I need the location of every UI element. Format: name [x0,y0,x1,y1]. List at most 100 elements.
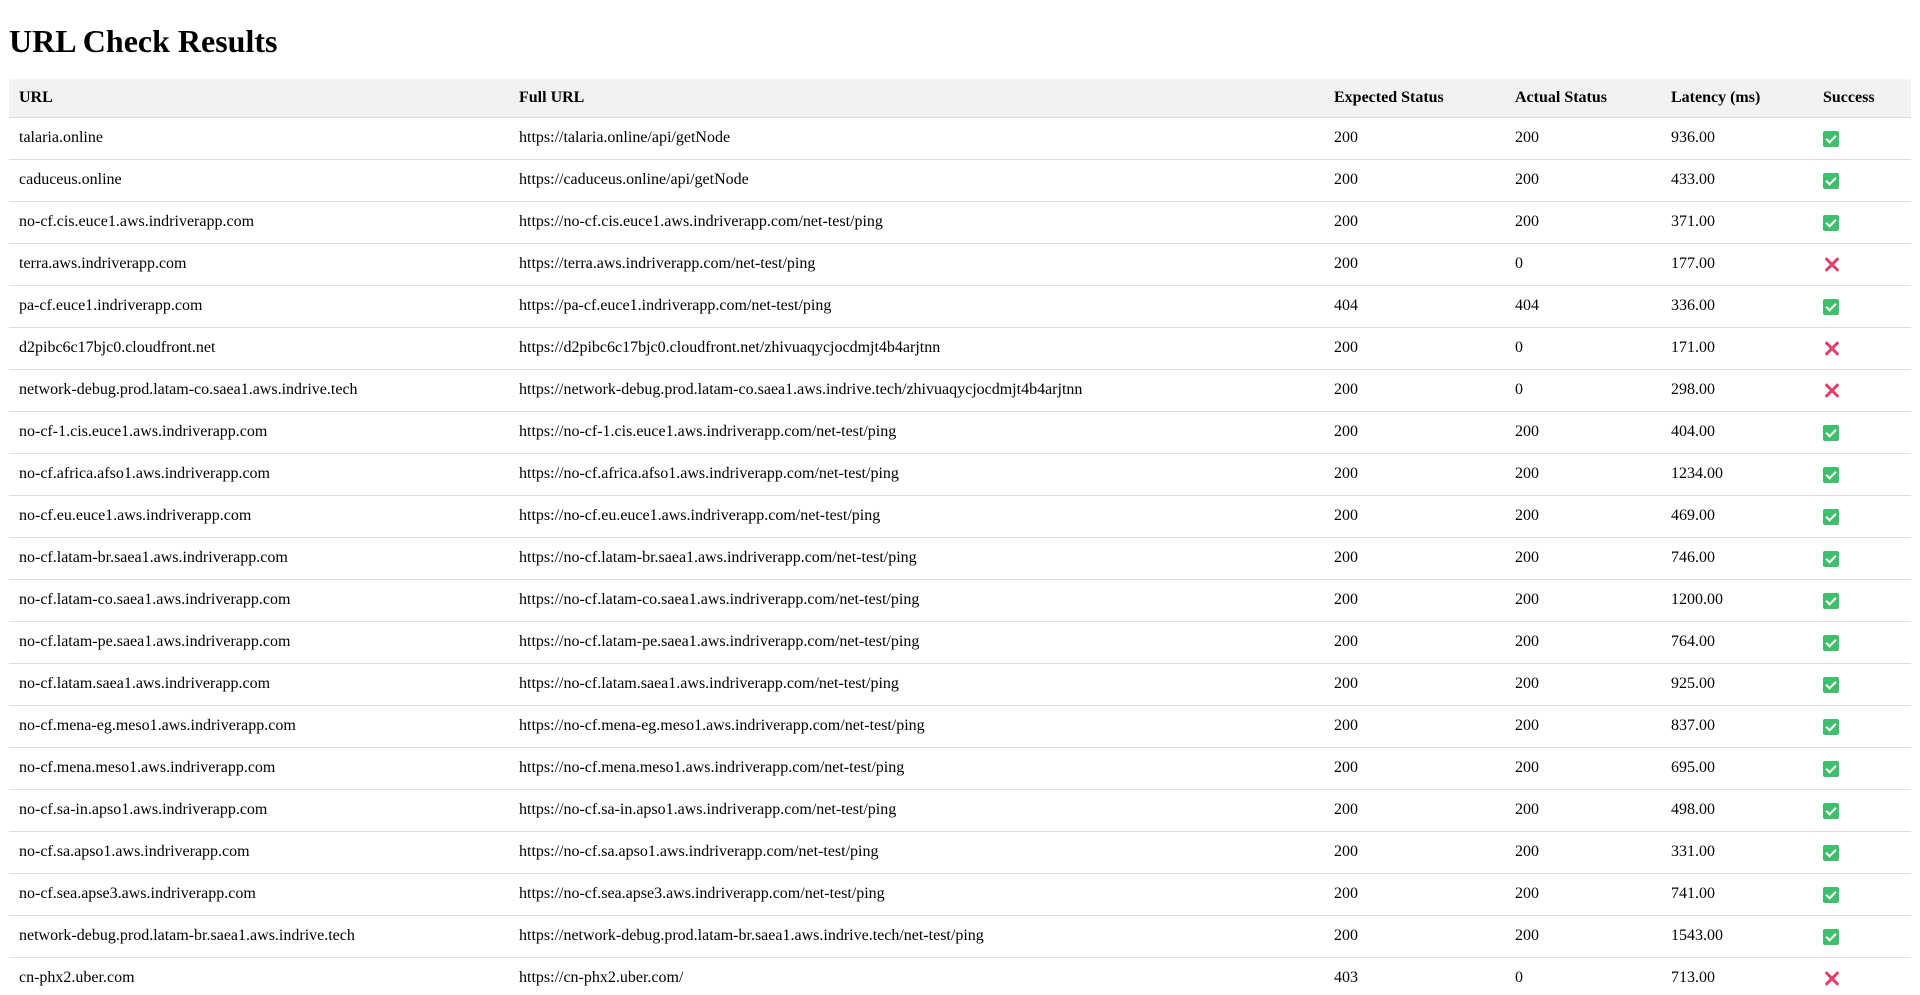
header-full-url: Full URL [509,79,1324,118]
cell-latency: 764.00 [1661,621,1813,664]
cell-expected-status: 200 [1324,201,1505,244]
cell-expected-status: 200 [1324,705,1505,748]
cell-url: terra.aws.indriverapp.com [9,243,509,286]
cell-actual-status: 200 [1505,411,1661,454]
cell-url: caduceus.online [9,159,509,202]
cell-full-url: https://no-cf.sa.apso1.aws.indriverapp.c… [509,831,1324,874]
cell-url: no-cf.latam-pe.saea1.aws.indriverapp.com [9,621,509,664]
header-latency: Latency (ms) [1661,79,1813,118]
cell-latency: 433.00 [1661,159,1813,202]
cell-actual-status: 200 [1505,621,1661,664]
cell-full-url: https://talaria.online/api/getNode [509,117,1324,160]
cell-url: no-cf.latam-br.saea1.aws.indriverapp.com [9,537,509,580]
cell-success [1813,705,1911,748]
cell-full-url: https://d2pibc6c17bjc0.cloudfront.net/zh… [509,327,1324,370]
cell-success [1813,831,1911,874]
table-row: pa-cf.euce1.indriverapp.com https://pa-cf… [9,285,1911,328]
cell-url: no-cf.latam.saea1.aws.indriverapp.com [9,663,509,706]
table-row: no-cf.sea.apse3.aws.indriverapp.com https… [9,873,1911,916]
cell-expected-status: 200 [1324,117,1505,160]
cell-full-url: https://no-cf.latam-co.saea1.aws.indrive… [509,579,1324,622]
success-check-icon [1823,676,1839,693]
table-row: terra.aws.indriverapp.com https://terra.a… [9,243,1911,286]
table-header: URL Full URL Expected Status Actual Stat… [9,79,1911,118]
failure-cross-icon [1823,382,1841,400]
cell-expected-status: 200 [1324,453,1505,496]
cell-actual-status: 200 [1505,117,1661,160]
cell-success [1813,789,1911,832]
success-check-icon [1823,928,1839,945]
table-row: talaria.online https://talaria.online/api… [9,117,1911,160]
cell-expected-status: 200 [1324,915,1505,958]
cell-actual-status: 0 [1505,327,1661,370]
success-check-icon [1823,214,1839,231]
success-check-icon [1823,802,1839,819]
cell-success [1813,243,1911,286]
cell-full-url: https://no-cf.mena.meso1.aws.indriverapp… [509,747,1324,790]
header-expected-status: Expected Status [1324,79,1505,118]
success-check-icon [1823,550,1839,567]
table-row: no-cf.mena.meso1.aws.indriverapp.com http… [9,747,1911,790]
cell-latency: 498.00 [1661,789,1813,832]
cell-success [1813,159,1911,202]
success-check-icon [1823,844,1839,861]
table-row: no-cf.latam.saea1.aws.indriverapp.com htt… [9,663,1911,706]
cell-expected-status: 200 [1324,411,1505,454]
cell-actual-status: 200 [1505,747,1661,790]
cell-full-url: https://no-cf.mena-eg.meso1.aws.indriver… [509,705,1324,748]
success-check-icon [1823,424,1839,441]
table-row: no-cf-1.cis.euce1.aws.indriverapp.com htt… [9,411,1911,454]
cell-expected-status: 200 [1324,327,1505,370]
cell-success [1813,495,1911,538]
results-table: URL Full URL Expected Status Actual Stat… [9,79,1911,995]
success-check-icon [1823,760,1839,777]
cell-actual-status: 200 [1505,159,1661,202]
table-row: network-debug.prod.latam-br.saea1.aws.in… [9,915,1911,958]
cell-full-url: https://no-cf.latam-pe.saea1.aws.indrive… [509,621,1324,664]
table-row: no-cf.cis.euce1.aws.indriverapp.com https… [9,201,1911,244]
cell-url: pa-cf.euce1.indriverapp.com [9,285,509,328]
cell-url: no-cf.africa.afso1.aws.indriverapp.com [9,453,509,496]
cell-actual-status: 200 [1505,201,1661,244]
cell-url: no-cf.sa-in.apso1.aws.indriverapp.com [9,789,509,832]
cell-latency: 469.00 [1661,495,1813,538]
cell-latency: 404.00 [1661,411,1813,454]
cell-full-url: https://caduceus.online/api/getNode [509,159,1324,202]
cell-full-url: https://no-cf.africa.afso1.aws.indrivera… [509,453,1324,496]
cell-actual-status: 200 [1505,789,1661,832]
cell-expected-status: 200 [1324,159,1505,202]
cell-actual-status: 200 [1505,663,1661,706]
header-actual-status: Actual Status [1505,79,1661,118]
table-row: no-cf.latam-co.saea1.aws.indriverapp.com… [9,579,1911,622]
cell-expected-status: 200 [1324,873,1505,916]
cell-expected-status: 404 [1324,285,1505,328]
success-check-icon [1823,508,1839,525]
cell-latency: 177.00 [1661,243,1813,286]
cell-url: network-debug.prod.latam-co.saea1.aws.in… [9,369,509,412]
table-row: no-cf.sa.apso1.aws.indriverapp.com https:… [9,831,1911,874]
cell-expected-status: 200 [1324,579,1505,622]
page-title: URL Check Results [9,23,278,59]
cell-full-url: https://no-cf.latam-br.saea1.aws.indrive… [509,537,1324,580]
header-url: URL [9,79,509,118]
cell-url: no-cf.sea.apse3.aws.indriverapp.com [9,873,509,916]
cell-url: no-cf.sa.apso1.aws.indriverapp.com [9,831,509,874]
cell-success [1813,579,1911,622]
cell-expected-status: 200 [1324,747,1505,790]
success-check-icon [1823,172,1839,189]
table-row: caduceus.online https://caduceus.online/a… [9,159,1911,202]
cell-full-url: https://no-cf-1.cis.euce1.aws.indriverap… [509,411,1324,454]
cell-success [1813,873,1911,916]
success-check-icon [1823,592,1839,609]
cell-latency: 741.00 [1661,873,1813,916]
cell-latency: 331.00 [1661,831,1813,874]
cell-success [1813,327,1911,370]
cell-actual-status: 200 [1505,453,1661,496]
cell-success [1813,663,1911,706]
cell-success [1813,411,1911,454]
cell-actual-status: 200 [1505,915,1661,958]
cell-latency: 1543.00 [1661,915,1813,958]
cell-url: d2pibc6c17bjc0.cloudfront.net [9,327,509,370]
table-row: no-cf.mena-eg.meso1.aws.indriverapp.com h… [9,705,1911,748]
cell-expected-status: 200 [1324,789,1505,832]
